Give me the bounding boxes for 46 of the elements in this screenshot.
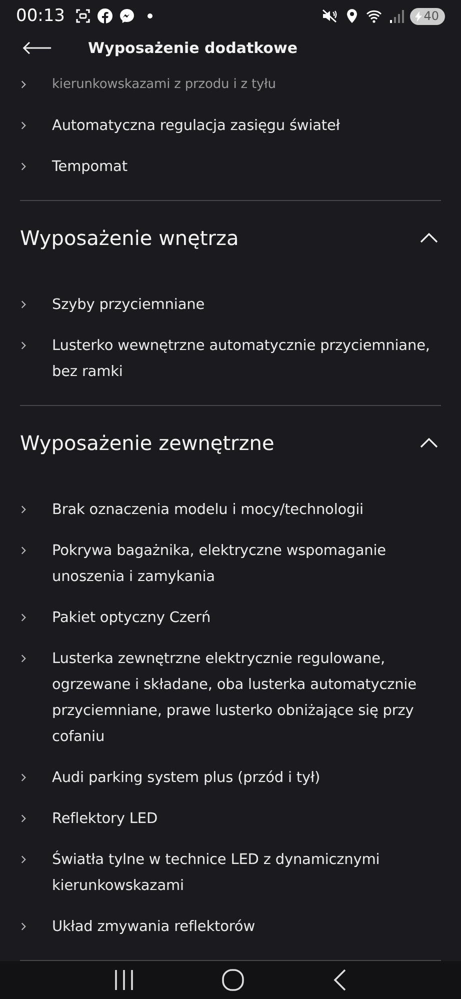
section-header[interactable]: Wyposażenie wnętrza	[20, 200, 441, 275]
caret-icon[interactable]	[420, 232, 438, 243]
equipment-item: Automatyczna regulacja zasięgu świateł	[52, 116, 341, 136]
equipment-item: Lusterko wewnętrzne automatycznie przyciemniane, bez ramki	[52, 336, 431, 382]
section-title: Wyposażenie wnętrza	[20, 226, 239, 250]
equipment-item: Światła tylne w technice LED z dynamicznymi kierunkowskazami	[52, 850, 381, 896]
equipment-item: Lusterka zewnętrzne elektrycznie regulowane, ogrzewane i składane, oba lusterka automatycznie przyciemniane, prawe lusterko obniżające się przy cofaniu	[52, 650, 418, 747]
chevron-icon	[21, 922, 26, 932]
chevron-icon	[21, 546, 26, 556]
screenshot-icon	[75, 8, 91, 24]
chevron-icon	[21, 613, 26, 622]
notification-dot-icon	[147, 13, 153, 20]
chevron-icon	[21, 773, 26, 782]
chevron-icon	[21, 80, 26, 90]
wifi-icon	[366, 8, 382, 24]
messenger-icon	[119, 8, 135, 24]
signal-icon	[388, 8, 404, 24]
chevron-icon	[21, 654, 26, 664]
mute-icon	[322, 8, 338, 24]
equipment-item: Reflektory LED	[52, 810, 159, 829]
page-title: Wyposażenie dodatkowe	[88, 39, 298, 58]
clock: 00:13	[16, 6, 65, 26]
equipment-item: Pakiet optyczny Czerń	[52, 608, 212, 628]
section-header[interactable]: Wyposażenie zewnętrzne	[20, 406, 441, 480]
equipment-item: kierunkowskazami z przodu i z tyłu	[52, 76, 277, 94]
section-title: Wyposażenie zewnętrzne	[20, 430, 274, 455]
equipment-item: Brak oznaczenia modelu i mocy/technologii	[52, 500, 364, 520]
back-arrow-icon[interactable]	[22, 41, 52, 56]
chevron-icon	[21, 121, 26, 130]
recent-apps-icon[interactable]	[114, 968, 134, 991]
equipment-item: Tempomat	[52, 158, 128, 177]
chevron-icon	[21, 300, 26, 310]
chevron-icon	[21, 341, 26, 350]
chevron-icon	[21, 814, 26, 824]
chevron-icon	[21, 855, 26, 864]
equipment-item: Audi parking system plus (przód i tył)	[52, 768, 322, 788]
battery-indicator: 40	[410, 8, 445, 25]
chevron-icon	[21, 505, 26, 514]
back-icon[interactable]	[333, 968, 348, 992]
equipment-item: Pokrywa bagażnika, elektryczne wspomaganie unoszenia i zamykania	[52, 542, 387, 587]
caret-icon[interactable]	[420, 438, 438, 448]
equipment-item: Szyby przyciemniane	[52, 296, 206, 315]
chevron-icon	[21, 162, 26, 172]
facebook-icon	[97, 8, 113, 24]
equipment-item: Układ zmywania reflektorów	[52, 918, 256, 937]
home-icon[interactable]	[221, 968, 246, 992]
